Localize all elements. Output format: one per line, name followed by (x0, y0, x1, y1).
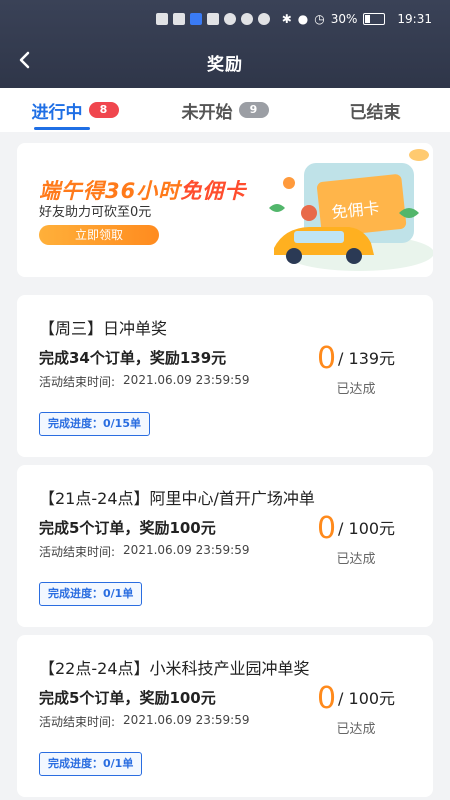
amount-line: 0/ 100元 (301, 511, 411, 546)
end-time-value: 2021.06.09 23:59:59 (123, 543, 250, 557)
total-amount: / 100元 (338, 519, 396, 538)
card-goal: 完成5个订单，奖励100元 (39, 689, 216, 707)
app-icon (241, 13, 253, 25)
tab-label: 未开始 (181, 102, 233, 123)
card-title: 【21点-24点】阿里中心/首开广场冲单 (39, 489, 315, 508)
tab-ended[interactable]: 已结束 (300, 88, 450, 132)
card-title: 【周三】日冲单奖 (39, 319, 168, 338)
bluetooth-icon: ✱ (281, 12, 292, 26)
count-badge: 9 (238, 102, 269, 118)
end-time: 活动结束时间: 2021.06.09 23:59:59 (39, 373, 249, 390)
clock: 19:31 (397, 12, 432, 26)
hd-icon (156, 13, 168, 25)
end-time-value: 2021.06.09 23:59:59 (123, 373, 250, 387)
count-badge: 8 (88, 102, 119, 118)
battery-percent: 30% (330, 12, 358, 26)
end-time-label: 活动结束时间: (39, 715, 116, 729)
signal-icon (173, 13, 185, 25)
message-icon (258, 13, 270, 25)
card-goal: 完成34个订单，奖励139元 (39, 349, 227, 367)
reward-amount: 0/ 100元 已达成 (301, 681, 411, 737)
achieved-amount: 0 (316, 681, 337, 716)
reward-card[interactable]: 【21点-24点】阿里中心/首开广场冲单 完成5个订单，奖励100元 活动结束时… (17, 465, 433, 627)
banner-subtitle: 好友助力可砍至0元 (39, 205, 152, 220)
alarm-icon: ◷ (314, 12, 325, 26)
card-goal: 完成5个订单，奖励100元 (39, 519, 216, 537)
achieved-label: 已达成 (336, 382, 376, 397)
reward-card[interactable]: 【周三】日冲单奖 完成34个订单，奖励139元 活动结束时间: 2021.06.… (17, 295, 433, 457)
location-icon: ● (297, 12, 309, 26)
app-notify-icon (207, 13, 219, 25)
tab-label: 进行中 (31, 102, 83, 123)
promo-banner[interactable]: 端午得36小时免佣卡 好友助力可砍至0元 立即领取 免佣卡 (17, 143, 433, 277)
total-amount: / 100元 (338, 689, 396, 708)
end-time-value: 2021.06.09 23:59:59 (123, 713, 250, 727)
status-bar: ✱ ● ◷ 30% 19:31 (0, 0, 450, 40)
progress-tag: 完成进度：0/1单 (39, 582, 143, 606)
achieved-label: 已达成 (336, 722, 376, 737)
achieved-amount: 0 (316, 341, 337, 376)
progress-tag: 完成进度：0/15单 (39, 412, 150, 436)
banner-illustration: 免佣卡 (269, 149, 433, 271)
banner-title-highlight: 免佣卡 (180, 179, 247, 203)
amount-line: 0/ 139元 (301, 341, 411, 376)
total-amount: / 139元 (338, 349, 396, 368)
reward-card[interactable]: 【22点-24点】小米科技产业园冲单奖 完成5个订单，奖励100元 活动结束时间… (17, 635, 433, 797)
tab-in-progress[interactable]: 进行中 8 (0, 88, 150, 132)
page-title: 奖励 (207, 55, 243, 75)
end-time: 活动结束时间: 2021.06.09 23:59:59 (39, 713, 249, 730)
end-time: 活动结束时间: 2021.06.09 23:59:59 (39, 543, 249, 560)
reward-amount: 0/ 100元 已达成 (301, 511, 411, 567)
amount-line: 0/ 100元 (301, 681, 411, 716)
card-title: 【22点-24点】小米科技产业园冲单奖 (39, 659, 310, 678)
tab-label: 已结束 (349, 102, 401, 123)
battery-icon (363, 13, 386, 25)
status-right: ✱ ● ◷ 30% 19:31 (282, 12, 432, 26)
claim-now-button[interactable]: 立即领取 (39, 225, 159, 245)
achieved-amount: 0 (316, 511, 337, 546)
tab-not-started[interactable]: 未开始 9 (150, 88, 300, 132)
app-d-icon (190, 13, 202, 25)
banner-title-text: 端午得36小时 (39, 179, 181, 203)
status-icons (156, 13, 270, 25)
wechat-icon (224, 13, 236, 25)
progress-tag: 完成进度：0/1单 (39, 752, 143, 776)
end-time-label: 活动结束时间: (39, 375, 116, 389)
active-tab-indicator (34, 127, 90, 130)
reward-amount: 0/ 139元 已达成 (301, 341, 411, 397)
top-bar: ✱ ● ◷ 30% 19:31 奖励 (0, 0, 450, 88)
tab-bar: 进行中 8 未开始 9 已结束 (0, 88, 450, 132)
end-time-label: 活动结束时间: (39, 545, 116, 559)
achieved-label: 已达成 (336, 552, 376, 567)
